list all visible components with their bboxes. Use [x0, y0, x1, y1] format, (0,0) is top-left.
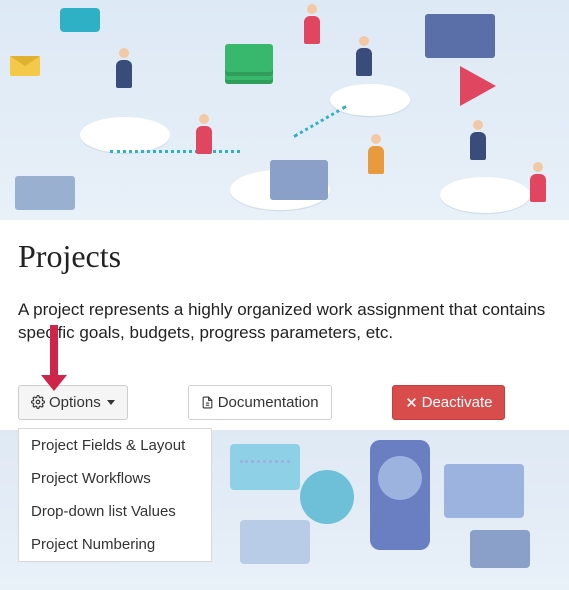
- options-menu-item-numbering[interactable]: Project Numbering: [19, 528, 211, 561]
- page-description: A project represents a highly organized …: [18, 299, 551, 345]
- options-menu-item-fields-layout[interactable]: Project Fields & Layout: [19, 429, 211, 462]
- annotation-arrow: [50, 325, 58, 377]
- options-button-label: Options: [49, 394, 101, 411]
- options-dropdown: Project Fields & Layout Project Workflow…: [18, 428, 212, 562]
- deactivate-button[interactable]: Deactivate: [392, 385, 506, 420]
- caret-down-icon: [107, 400, 115, 405]
- deactivate-button-label: Deactivate: [422, 394, 493, 411]
- close-icon: [405, 396, 418, 409]
- hero-banner-top: [0, 0, 569, 220]
- documentation-button-label: Documentation: [218, 394, 319, 411]
- options-menu-item-dropdown-values[interactable]: Drop-down list Values: [19, 495, 211, 528]
- gear-icon: [31, 395, 45, 409]
- options-menu-item-workflows[interactable]: Project Workflows: [19, 462, 211, 495]
- main-content: Projects A project represents a highly o…: [0, 220, 569, 420]
- documentation-button[interactable]: Documentation: [188, 385, 332, 420]
- page-title: Projects: [18, 238, 551, 275]
- document-icon: [201, 395, 214, 410]
- toolbar: Options Documentation Deactiv: [18, 385, 551, 420]
- options-button[interactable]: Options: [18, 385, 128, 420]
